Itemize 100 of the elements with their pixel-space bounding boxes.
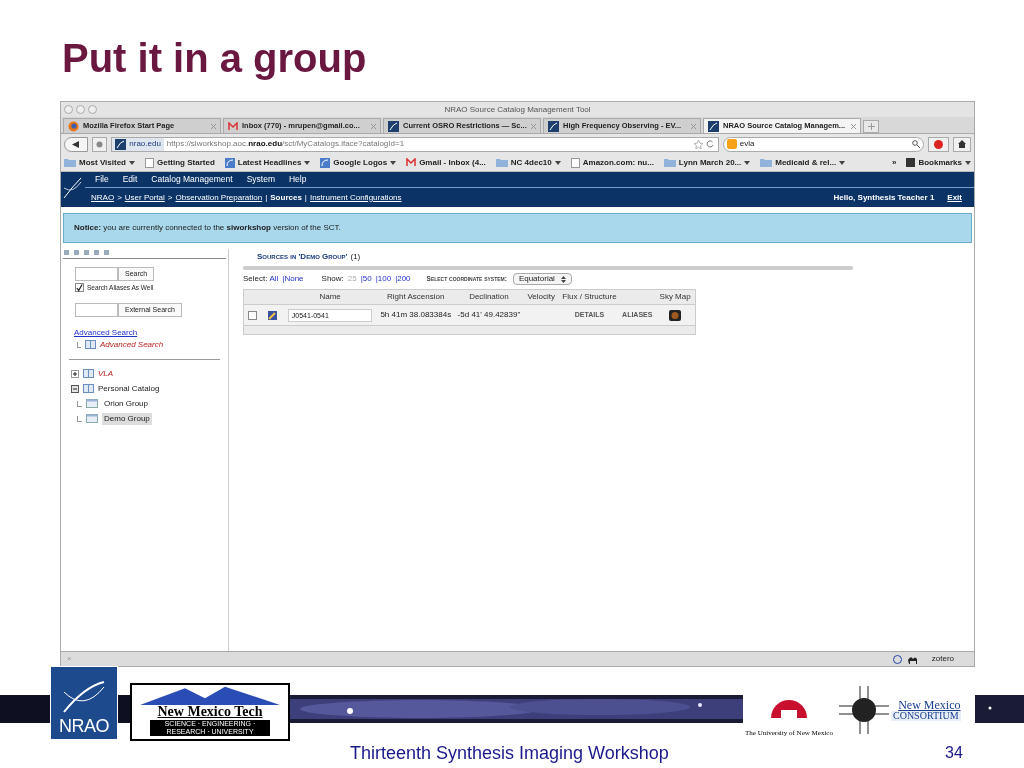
bookmark-item[interactable]: NC 4dec10 xyxy=(495,156,561,169)
slide-title: Put it in a group xyxy=(62,38,367,78)
bookmark-item[interactable]: Latest Headlines xyxy=(224,156,311,169)
caret-icon xyxy=(554,160,561,165)
advanced-search-link[interactable]: Advanced Search xyxy=(63,326,226,339)
edit-icon[interactable] xyxy=(268,310,278,320)
page-icon xyxy=(145,157,154,168)
envelope-icon xyxy=(228,121,238,131)
overflow-button[interactable]: » xyxy=(891,156,897,169)
stop-sign-icon xyxy=(934,139,944,149)
sky-map-icon[interactable] xyxy=(669,309,682,321)
notice-text: Notice: you are currently connected to the siworkshop version of the SCT. xyxy=(74,222,341,234)
tree-item[interactable]: Orion Group xyxy=(102,397,151,410)
collapse-icon[interactable] xyxy=(71,384,79,393)
select-label: Select: xyxy=(243,273,268,285)
caret-icon xyxy=(390,160,397,165)
close-icon[interactable] xyxy=(531,123,536,129)
tree-item[interactable]: Demo Group xyxy=(102,412,152,425)
folder-icon xyxy=(760,158,773,167)
search-engine-icon xyxy=(726,139,737,149)
page-size-link[interactable]: |50 xyxy=(360,273,372,285)
search-field[interactable]: evla xyxy=(722,136,924,152)
checkbox[interactable] xyxy=(248,310,258,320)
column-header: Flux / Structure xyxy=(561,291,618,303)
coordinate-select[interactable]: Equatorial xyxy=(512,273,572,285)
select-none-link[interactable]: |None xyxy=(282,273,304,285)
bookmarks-menu[interactable]: Bookmarks xyxy=(906,156,971,169)
back-arrow-icon xyxy=(72,140,80,148)
folder-icon xyxy=(86,399,98,409)
breadcrumb-separator: > xyxy=(167,191,173,204)
search-input[interactable] xyxy=(75,267,118,281)
site-identity-badge: nrao.edu xyxy=(112,137,164,151)
bookmarks-icon xyxy=(906,158,916,167)
adblock-button[interactable] xyxy=(927,136,950,152)
breadcrumb-separator: > xyxy=(117,191,122,204)
exit-link[interactable]: Exit xyxy=(947,191,962,204)
breadcrumb-link[interactable]: Observation Preparation xyxy=(175,191,263,204)
breadcrumb-link[interactable]: User Portal xyxy=(124,191,165,204)
close-icon[interactable] xyxy=(211,123,216,129)
globe-icon xyxy=(68,120,79,132)
reload-icon[interactable] xyxy=(705,140,714,148)
search-icon[interactable] xyxy=(911,140,920,148)
logo-text: New Mexico xyxy=(898,699,961,711)
home-icon xyxy=(958,140,967,148)
folder-icon xyxy=(64,158,76,167)
close-icon[interactable] xyxy=(371,123,376,129)
bookmark-item[interactable]: Medicaid & rel... xyxy=(760,156,846,169)
identity-icon xyxy=(95,140,103,148)
checkbox[interactable] xyxy=(75,283,84,293)
caret-icon xyxy=(965,160,971,165)
envelope-icon xyxy=(406,158,417,167)
external-search-input[interactable] xyxy=(75,302,118,317)
bookmark-item[interactable]: Most Visited xyxy=(64,156,135,169)
book-icon xyxy=(83,369,94,379)
close-icon[interactable] xyxy=(851,123,856,129)
back-button[interactable] xyxy=(64,136,88,152)
bookmark-item[interactable]: Getting Started xyxy=(145,156,215,169)
folder-icon xyxy=(86,414,98,424)
url-text: https://siworkshop.aoc.nrao.edu/sct/MyCatalogs.iface?catalogId=1 xyxy=(166,138,406,150)
dish-icon xyxy=(548,120,559,132)
menu-item[interactable]: Edit xyxy=(122,173,138,186)
caret-icon xyxy=(304,160,311,165)
caret-icon xyxy=(839,160,846,165)
bookmark-item[interactable]: Lynn March 20... xyxy=(663,156,751,169)
breadcrumb-link[interactable]: Instrument Configurations xyxy=(309,191,402,204)
bookmark-item[interactable]: Google Logos xyxy=(320,156,397,169)
address-field[interactable]: nrao.edu https://siworkshop.aoc.nrao.edu/sct/MyCatalogs.iface?catalogId=1 xyxy=(111,136,719,152)
breadcrumb-link[interactable]: NRAO xyxy=(91,191,115,204)
addon-icon[interactable] xyxy=(892,654,902,664)
identity-button[interactable] xyxy=(91,136,108,152)
select-all-link[interactable]: All xyxy=(269,273,279,285)
caret-icon xyxy=(129,160,135,165)
camel-icon[interactable] xyxy=(907,654,918,664)
close-icon[interactable] xyxy=(691,123,696,129)
logo-text: NRAO xyxy=(58,717,110,735)
zotero-button[interactable]: zotero xyxy=(931,653,954,665)
tree-item[interactable]: Personal Catalog xyxy=(98,382,160,395)
new-tab-button[interactable] xyxy=(863,120,879,133)
tree-item[interactable]: VLA xyxy=(98,367,114,380)
source-count: (1) xyxy=(350,251,361,263)
book-icon xyxy=(83,384,94,394)
bookmark-item[interactable]: Amazon.com: nu... xyxy=(570,156,654,169)
bookmark-item[interactable]: Gmail - Inbox (4... xyxy=(406,156,486,169)
home-button[interactable] xyxy=(953,136,971,152)
breadcrumb-current: Sources xyxy=(270,191,302,204)
sun-symbol-drawing xyxy=(839,686,889,734)
book-icon xyxy=(85,340,96,350)
search-text: evla xyxy=(739,138,756,150)
column-header: Declination xyxy=(468,291,510,303)
menu-item[interactable]: Help xyxy=(289,173,307,186)
column-header: Name xyxy=(318,291,342,303)
expand-icon[interactable] xyxy=(71,369,79,378)
menu-item[interactable]: File xyxy=(95,173,109,186)
tree-item[interactable]: Advanced Search xyxy=(100,338,164,351)
star-icon[interactable] xyxy=(693,139,703,149)
menu-item[interactable]: System xyxy=(246,173,275,186)
page-size-link[interactable]: |100 xyxy=(375,273,392,285)
breadcrumb-separator: | xyxy=(304,191,307,204)
menu-item[interactable]: Catalog Management xyxy=(151,173,233,186)
page-size-link[interactable]: |200 xyxy=(395,273,411,285)
